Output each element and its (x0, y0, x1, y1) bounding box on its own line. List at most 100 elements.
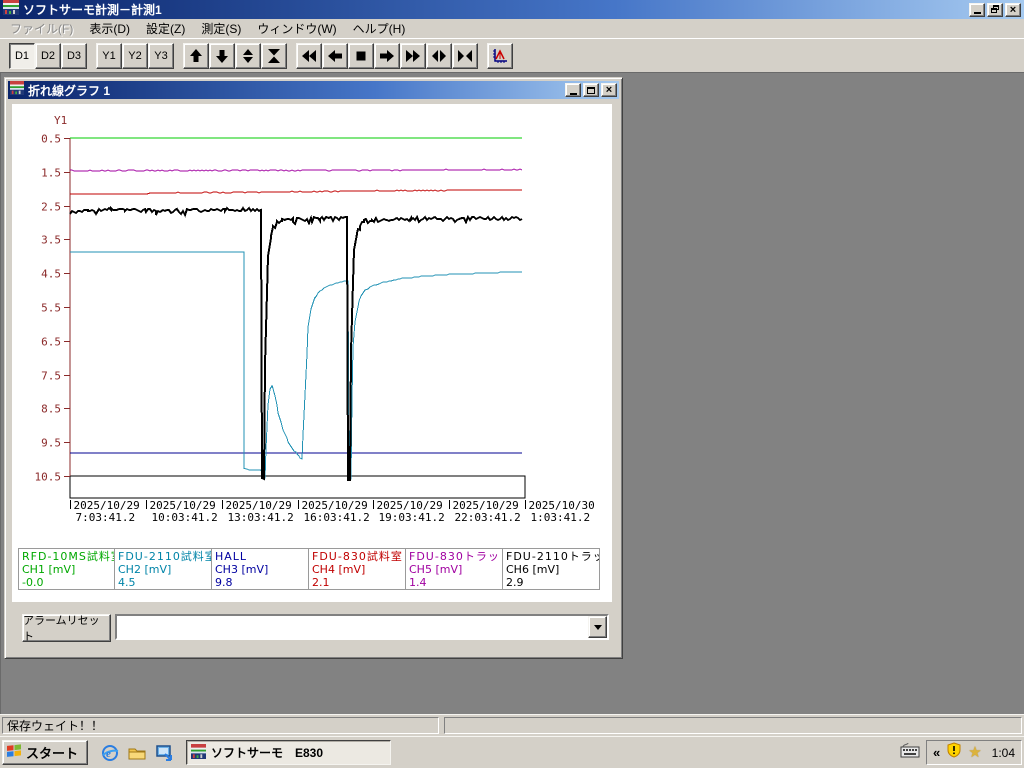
series-ch4 (70, 190, 522, 194)
graph-maximize-button[interactable] (583, 83, 599, 97)
chevron-collapse-icon[interactable]: « (933, 743, 940, 763)
windows-logo-icon (6, 743, 22, 762)
show-desktop-icon[interactable] (154, 743, 174, 763)
mdi-workspace: 折れ線グラフ 1 × Y1 0.5 1.5 2.5 3.5 4.5 5.5 6.5 7.5 8.5… (0, 72, 1024, 714)
legend-cell-ch1: RFD-10MS試料室CH1 [mV]-0.0 (18, 548, 115, 590)
main-titlebar: ソフトサーモ計測－計測1 × (0, 0, 1024, 19)
svg-text:e: e (106, 748, 111, 760)
taskbar-clock: 1:04 (992, 746, 1015, 760)
y-tick-label: 8.5 (41, 403, 61, 416)
desktop: ソフトサーモ計測－計測1 × ファイル(F)表示(D)設定(Z)測定(S)ウィン… (0, 0, 1024, 768)
menu-item-4[interactable]: ウィンドウ(W) (249, 18, 344, 39)
graph-window-client: Y10.51.52.53.54.55.56.57.58.59.510.52025… (8, 101, 619, 655)
graph-window: 折れ線グラフ 1 × Y1 0.5 1.5 2.5 3.5 4.5 5.5 6.5 7.5 8.5… (4, 77, 623, 659)
close-button[interactable]: × (1005, 3, 1021, 17)
toolbar-y1-button[interactable]: Y1 (96, 43, 122, 69)
toolbar-step-forward-button[interactable] (374, 43, 400, 69)
toolbar: D1D2D3 Y1Y2Y3 (0, 38, 1024, 72)
y-tick-label: 3.5 (41, 234, 61, 247)
alarm-reset-button[interactable]: アラームリセット (22, 614, 111, 642)
status-panel-right (444, 717, 1022, 734)
menu-item-1[interactable]: 表示(D) (81, 18, 138, 39)
quick-launch: e (100, 743, 174, 763)
legend-cell-ch2: FDU-2110試料室CH2 [mV]4.5 (115, 548, 212, 590)
legend-cell-ch5: FDU-830トラッCH5 [mV]1.4 (406, 548, 503, 590)
menu-item-5[interactable]: ヘルプ(H) (345, 18, 414, 39)
toolbar-collapse-vertical-button[interactable] (261, 43, 287, 69)
channel-legend: RFD-10MS試料室CH1 [mV]-0.0FDU-2110試料室CH2 [m… (18, 548, 600, 590)
x-tick-time: 22:03:41.2 (455, 511, 521, 524)
security-shield-icon[interactable] (946, 742, 962, 763)
y-tick-label: 10.5 (35, 471, 62, 484)
x-tick-time: 13:03:41.2 (228, 511, 294, 524)
task-button-label: ソフトサーモ E830 (211, 744, 323, 761)
start-button[interactable]: スタート (2, 740, 88, 765)
minimize-button[interactable] (969, 3, 985, 17)
x-tick-time: 1:03:41.2 (531, 511, 591, 524)
toolbar-d2-button[interactable]: D2 (35, 43, 61, 69)
y-tick-label: 6.5 (41, 336, 61, 349)
y-tick-label: 9.5 (41, 437, 61, 450)
graph-window-titlebar[interactable]: 折れ線グラフ 1 × (8, 81, 619, 99)
y-tick-label: 7.5 (41, 370, 61, 383)
y-axis-title: Y1 (54, 114, 67, 127)
y-tick-label: 2.5 (41, 201, 61, 214)
status-message: 保存ウェイト！！ (2, 717, 439, 734)
toolbar-up-arrow-button[interactable] (183, 43, 209, 69)
y-tick-label: 5.5 (41, 302, 61, 315)
x-axis-box (70, 476, 525, 498)
line-chart-panel: Y10.51.52.53.54.55.56.57.58.59.510.52025… (12, 104, 612, 602)
legend-cell-ch6: FDU-2110トラッCH6 [mV]2.9 (503, 548, 600, 590)
toolbar-down-arrow-button[interactable] (209, 43, 235, 69)
star-icon[interactable]: ★ (968, 745, 981, 761)
y-tick-label: 0.5 (41, 133, 61, 146)
keyboard-icon[interactable] (900, 742, 920, 763)
toolbar-y3-button[interactable]: Y3 (148, 43, 174, 69)
graph-window-title: 折れ線グラフ 1 (28, 82, 565, 99)
toolbar-expand-vertical-button[interactable] (235, 43, 261, 69)
toolbar-fast-forward-button[interactable] (400, 43, 426, 69)
graph-minimize-button[interactable] (565, 83, 581, 97)
toolbar-stop-button[interactable] (348, 43, 374, 69)
toolbar-rewind-button[interactable] (296, 43, 322, 69)
menu-item-3[interactable]: 測定(S) (193, 18, 249, 39)
system-tray: « ★ 1:04 (926, 740, 1022, 765)
toolbar-y2-button[interactable]: Y2 (122, 43, 148, 69)
x-tick-time: 10:03:41.2 (152, 511, 218, 524)
x-tick-time: 7:03:41.2 (76, 511, 136, 524)
app-icon (3, 0, 19, 20)
legend-cell-ch4: FDU-830試料室CH4 [mV]2.1 (309, 548, 406, 590)
x-tick-time: 19:03:41.2 (379, 511, 445, 524)
toolbar-d1-button[interactable]: D1 (9, 43, 35, 69)
start-button-label: スタート (26, 743, 78, 762)
legend-cell-ch3: HALLCH3 [mV]9.8 (212, 548, 309, 590)
series-ch2 (70, 252, 522, 479)
menu-bar: ファイル(F)表示(D)設定(Z)測定(S)ウィンドウ(W)ヘルプ(H) (0, 19, 1024, 38)
taskbar: スタート e (0, 736, 1024, 768)
alarm-combobox-value[interactable] (117, 616, 588, 638)
status-bar: 保存ウェイト！！ (0, 714, 1024, 736)
internet-explorer-icon[interactable]: e (100, 743, 120, 763)
line-chart: Y10.51.52.53.54.55.56.57.58.59.510.52025… (12, 104, 612, 536)
graph-close-button[interactable]: × (601, 83, 617, 97)
restore-button[interactable] (987, 3, 1003, 17)
combobox-dropdown-button[interactable] (588, 616, 607, 638)
series-ch5 (70, 169, 522, 171)
toolbar-expand-horizontal-button[interactable] (426, 43, 452, 69)
alarm-combobox[interactable] (115, 614, 609, 640)
y-tick-label: 1.5 (41, 167, 61, 180)
task-button-softthermo[interactable]: ソフトサーモ E830 (186, 740, 391, 765)
task-button-icon (191, 744, 206, 762)
toolbar-step-back-button[interactable] (322, 43, 348, 69)
toolbar-collapse-horizontal-button[interactable] (452, 43, 478, 69)
y-tick-label: 4.5 (41, 268, 61, 281)
toolbar-d3-button[interactable]: D3 (61, 43, 87, 69)
toolbar-chart-window-button[interactable] (487, 43, 513, 69)
menu-item-2[interactable]: 設定(Z) (138, 18, 193, 39)
folder-icon[interactable] (127, 743, 147, 763)
menu-item-0[interactable]: ファイル(F) (2, 18, 81, 39)
series-ch6 (70, 208, 522, 480)
x-tick-time: 16:03:41.2 (304, 511, 370, 524)
window-title: ソフトサーモ計測－計測1 (23, 1, 969, 18)
graph-window-icon (10, 81, 24, 100)
